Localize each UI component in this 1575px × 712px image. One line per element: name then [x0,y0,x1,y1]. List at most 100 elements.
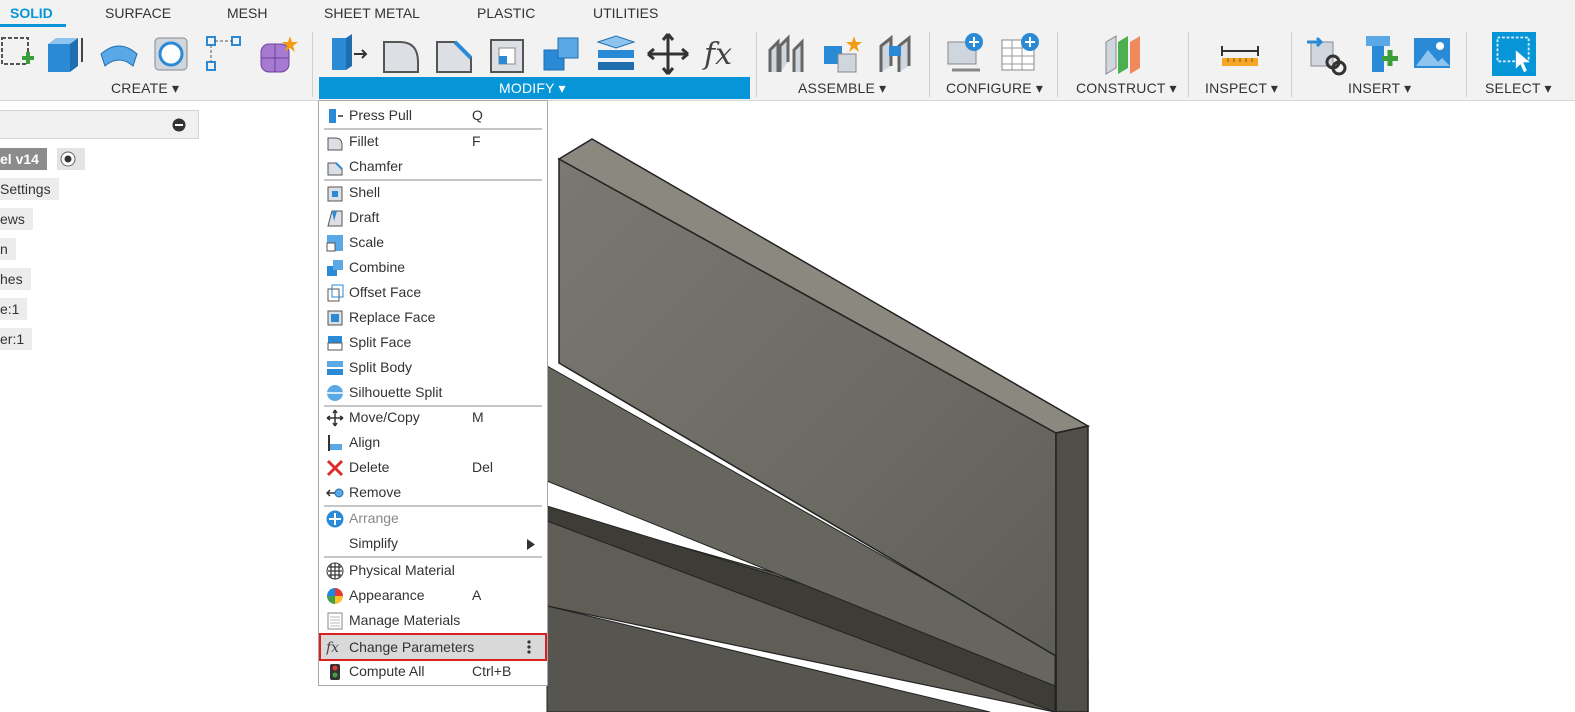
create-form-icon[interactable] [256,32,300,76]
toolbar-separator [1466,32,1467,97]
menu-label: Align [349,434,381,450]
menu-label: Simplify [349,535,399,551]
tab-sheet-metal[interactable]: SHEET METAL [324,5,420,21]
menu-item-draft[interactable]: Draft [320,206,546,230]
toolbar-separator [929,32,930,97]
create-menu-label[interactable]: CREATE ▾ [111,80,179,97]
split-body-icon[interactable] [594,32,638,76]
menu-label: Delete [349,459,390,475]
menu-item-offset-face[interactable]: Offset Face [320,281,546,305]
assemble-menu-label[interactable]: ASSEMBLE ▾ [798,80,886,97]
configure-menu-label[interactable]: CONFIGURE ▾ [946,80,1043,97]
menu-label: Remove [349,484,402,500]
move-copy-icon[interactable] [646,32,690,76]
menu-item-align[interactable]: Align [320,431,546,455]
press-pull-icon [329,109,343,123]
appearance-icon [327,588,343,604]
create-sketch-icon[interactable] [0,32,44,76]
menu-shortcut: M [472,409,484,425]
construct-menu-label[interactable]: CONSTRUCT ▾ [1076,80,1177,97]
browser-node-views[interactable]: ews [0,208,33,230]
menu-item-compute-all[interactable]: Compute All Ctrl+B [320,660,546,684]
menu-item-replace-face[interactable]: Replace Face [320,306,546,330]
browser-node-origin[interactable]: n [0,238,16,260]
configure-grid-icon[interactable] [998,32,1042,76]
browser-panel-header [0,110,199,139]
menu-item-scale[interactable]: Scale [320,231,546,255]
menu-item-fillet[interactable]: Fillet F [320,130,546,154]
modify-menu-label[interactable]: MODIFY ▾ [499,80,566,97]
chamfer-icon [327,162,343,176]
menu-item-manage-materials[interactable]: Manage Materials [320,609,546,633]
align-icon [328,435,342,451]
menu-item-silhouette-split[interactable]: Silhouette Split [320,381,546,405]
insert-mcmaster-icon[interactable] [1360,32,1404,76]
insert-menu-label[interactable]: INSERT ▾ [1348,80,1411,97]
select-menu-label[interactable]: SELECT ▾ [1485,80,1552,97]
collapse-icon[interactable] [172,118,186,132]
fillet-icon[interactable] [380,32,424,76]
menu-item-move-copy[interactable]: Move/Copy M [320,406,546,430]
silhouette-split-icon [327,385,343,401]
menu-item-arrange[interactable]: Arrange [320,507,546,531]
browser-node-component-1[interactable]: e:1 [0,298,28,320]
menu-item-split-face[interactable]: Split Face [320,331,546,355]
assemble-component-icon[interactable] [820,32,864,76]
browser-node-settings[interactable]: Settings [0,178,59,200]
menu-shortcut: A [472,587,482,603]
tab-utilities[interactable]: UTILITIES [593,5,658,21]
menu-item-simplify[interactable]: Simplify [320,532,546,556]
construct-plane-icon[interactable] [1102,32,1146,76]
chamfer-icon[interactable] [433,32,477,76]
shell-icon [327,186,343,202]
svg-text:fx: fx [702,37,732,72]
toolbar-separator [312,32,313,97]
extrude-icon[interactable] [44,32,88,76]
tab-plastic[interactable]: PLASTIC [477,5,535,21]
tab-solid[interactable]: SOLID [10,5,53,21]
combine-icon[interactable] [540,32,584,76]
menu-label: Appearance [349,587,425,603]
press-pull-icon[interactable] [326,32,370,76]
menu-item-chamfer[interactable]: Chamfer [320,155,546,179]
menu-item-split-body[interactable]: Split Body [320,356,546,380]
pattern-icon[interactable] [202,32,246,76]
toolbar-separator [1291,32,1292,97]
menu-label: Change Parameters [349,639,475,655]
submenu-arrow-icon [527,539,535,550]
browser-root-label: el v14 [0,151,39,167]
menu-item-shell[interactable]: Shell [320,181,546,205]
menu-item-change-parameters[interactable]: fx Change Parameters [319,633,547,661]
menu-item-remove[interactable]: Remove [320,481,546,505]
menu-item-combine[interactable]: Combine [320,256,546,280]
select-icon[interactable] [1492,32,1536,76]
browser-node-sketches[interactable]: hes [0,268,31,290]
inspect-menu-label[interactable]: INSPECT ▾ [1205,80,1278,97]
menu-item-delete[interactable]: Delete Del [320,456,546,480]
configure-table-icon[interactable] [944,32,988,76]
draft-icon [327,210,343,227]
menu-label: Silhouette Split [349,384,443,400]
tab-surface[interactable]: SURFACE [105,5,171,21]
activate-radio-icon[interactable] [57,148,85,170]
more-options-icon[interactable] [527,640,531,654]
shell-icon[interactable] [487,32,531,76]
compute-all-icon [330,664,340,680]
insert-canvas-icon[interactable] [1412,32,1456,76]
joint-icon[interactable] [873,32,917,76]
menu-item-press-pull[interactable]: Press Pull Q [320,104,546,128]
measure-icon[interactable] [1218,32,1262,76]
browser-node-component-2[interactable]: er:1 [0,328,33,350]
change-parameters-icon[interactable]: fx [700,32,744,76]
revolve-icon[interactable] [97,32,141,76]
insert-derive-icon[interactable] [1305,32,1349,76]
menu-item-appearance[interactable]: Appearance A [320,584,546,608]
hole-icon[interactable] [150,32,194,76]
remove-icon [326,488,344,498]
3d-viewport[interactable] [0,101,1575,712]
menu-item-physical-material[interactable]: Physical Material [320,559,546,583]
browser-root-document[interactable]: el v14 [0,148,47,170]
tab-mesh[interactable]: MESH [227,5,267,21]
model-body[interactable] [546,138,1091,712]
new-component-icon[interactable] [766,32,810,76]
